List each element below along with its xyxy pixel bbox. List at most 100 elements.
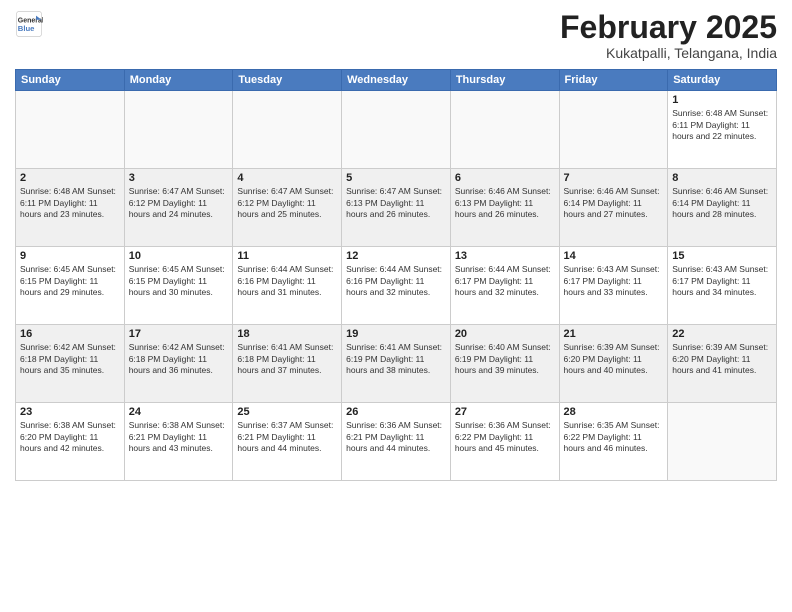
table-row: 18 Sunrise: 6:41 AM Sunset: 6:18 PM Dayli…: [233, 325, 342, 403]
header-tuesday: Tuesday: [233, 70, 342, 91]
table-row: 24 Sunrise: 6:38 AM Sunset: 6:21 PM Dayli…: [124, 403, 233, 481]
logo: General Blue: [15, 10, 43, 38]
calendar-header-row: Sunday Monday Tuesday Wednesday Thursday…: [16, 70, 777, 91]
day-number: 5: [346, 172, 446, 184]
day-number: 17: [129, 328, 229, 340]
day-number: 4: [237, 172, 337, 184]
table-row: 23 Sunrise: 6:38 AM Sunset: 6:20 PM Dayli…: [16, 403, 125, 481]
day-number: 3: [129, 172, 229, 184]
header-friday: Friday: [559, 70, 668, 91]
day-info: Sunrise: 6:36 AM Sunset: 6:21 PM Dayligh…: [346, 420, 446, 454]
day-info: Sunrise: 6:46 AM Sunset: 6:14 PM Dayligh…: [672, 186, 772, 220]
day-number: 1: [672, 94, 772, 106]
table-row: 7Sunrise: 6:46 AM Sunset: 6:14 PM Daylig…: [559, 169, 668, 247]
day-number: 24: [129, 406, 229, 418]
day-info: Sunrise: 6:47 AM Sunset: 6:13 PM Dayligh…: [346, 186, 446, 220]
calendar-week-row: 1 Sunrise: 6:48 AM Sunset: 6:11 PM Daylig…: [16, 91, 777, 169]
day-number: 28: [564, 406, 664, 418]
calendar-table: Sunday Monday Tuesday Wednesday Thursday…: [15, 69, 777, 481]
day-info: Sunrise: 6:41 AM Sunset: 6:18 PM Dayligh…: [237, 342, 337, 376]
day-number: 2: [20, 172, 120, 184]
calendar-week-row: 16 Sunrise: 6:42 AM Sunset: 6:18 PM Dayli…: [16, 325, 777, 403]
table-row: 5 Sunrise: 6:47 AM Sunset: 6:13 PM Daylig…: [342, 169, 451, 247]
logo-icon: General Blue: [15, 10, 43, 38]
header: General Blue February 2025 Kukatpalli, T…: [15, 10, 777, 61]
day-number: 18: [237, 328, 337, 340]
table-row: 1 Sunrise: 6:48 AM Sunset: 6:11 PM Daylig…: [668, 91, 777, 169]
table-row: 25 Sunrise: 6:37 AM Sunset: 6:21 PM Dayli…: [233, 403, 342, 481]
day-info: Sunrise: 6:39 AM Sunset: 6:20 PM Dayligh…: [672, 342, 772, 376]
day-info: Sunrise: 6:42 AM Sunset: 6:18 PM Dayligh…: [129, 342, 229, 376]
header-saturday: Saturday: [668, 70, 777, 91]
table-row: 17 Sunrise: 6:42 AM Sunset: 6:18 PM Dayli…: [124, 325, 233, 403]
day-number: 26: [346, 406, 446, 418]
day-number: 9: [20, 250, 120, 262]
day-number: 11: [237, 250, 337, 262]
table-row: 16 Sunrise: 6:42 AM Sunset: 6:18 PM Dayli…: [16, 325, 125, 403]
day-info: Sunrise: 6:46 AM Sunset: 6:13 PM Dayligh…: [455, 186, 555, 220]
day-info: Sunrise: 6:47 AM Sunset: 6:12 PM Dayligh…: [129, 186, 229, 220]
day-info: Sunrise: 6:48 AM Sunset: 6:11 PM Dayligh…: [20, 186, 120, 220]
table-row: 8Sunrise: 6:46 AM Sunset: 6:14 PM Daylig…: [668, 169, 777, 247]
day-info: Sunrise: 6:45 AM Sunset: 6:15 PM Dayligh…: [20, 264, 120, 298]
table-row: 2 Sunrise: 6:48 AM Sunset: 6:11 PM Daylig…: [16, 169, 125, 247]
day-number: 15: [672, 250, 772, 262]
day-number: 16: [20, 328, 120, 340]
day-info: Sunrise: 6:43 AM Sunset: 6:17 PM Dayligh…: [564, 264, 664, 298]
table-row: 10 Sunrise: 6:45 AM Sunset: 6:15 PM Dayli…: [124, 247, 233, 325]
table-row: 22 Sunrise: 6:39 AM Sunset: 6:20 PM Dayli…: [668, 325, 777, 403]
table-row: 13 Sunrise: 6:44 AM Sunset: 6:17 PM Dayli…: [450, 247, 559, 325]
table-row: 11 Sunrise: 6:44 AM Sunset: 6:16 PM Dayli…: [233, 247, 342, 325]
subtitle: Kukatpalli, Telangana, India: [560, 45, 777, 61]
header-monday: Monday: [124, 70, 233, 91]
day-info: Sunrise: 6:48 AM Sunset: 6:11 PM Dayligh…: [672, 108, 772, 142]
day-info: Sunrise: 6:43 AM Sunset: 6:17 PM Dayligh…: [672, 264, 772, 298]
title-section: February 2025 Kukatpalli, Telangana, Ind…: [560, 10, 777, 61]
table-row: 21 Sunrise: 6:39 AM Sunset: 6:20 PM Dayli…: [559, 325, 668, 403]
day-number: 6: [455, 172, 555, 184]
day-info: Sunrise: 6:38 AM Sunset: 6:21 PM Dayligh…: [129, 420, 229, 454]
calendar-week-row: 23 Sunrise: 6:38 AM Sunset: 6:20 PM Dayli…: [16, 403, 777, 481]
day-number: 10: [129, 250, 229, 262]
day-number: 20: [455, 328, 555, 340]
day-info: Sunrise: 6:44 AM Sunset: 6:16 PM Dayligh…: [237, 264, 337, 298]
day-number: 12: [346, 250, 446, 262]
table-row: 4 Sunrise: 6:47 AM Sunset: 6:12 PM Daylig…: [233, 169, 342, 247]
svg-text:Blue: Blue: [18, 24, 35, 33]
header-sunday: Sunday: [16, 70, 125, 91]
day-number: 22: [672, 328, 772, 340]
day-info: Sunrise: 6:39 AM Sunset: 6:20 PM Dayligh…: [564, 342, 664, 376]
table-row: 15 Sunrise: 6:43 AM Sunset: 6:17 PM Dayli…: [668, 247, 777, 325]
table-row: 19 Sunrise: 6:41 AM Sunset: 6:19 PM Dayli…: [342, 325, 451, 403]
day-number: 13: [455, 250, 555, 262]
table-row: 3 Sunrise: 6:47 AM Sunset: 6:12 PM Daylig…: [124, 169, 233, 247]
header-thursday: Thursday: [450, 70, 559, 91]
table-row: 6 Sunrise: 6:46 AM Sunset: 6:13 PM Daylig…: [450, 169, 559, 247]
day-number: 14: [564, 250, 664, 262]
table-row: [124, 91, 233, 169]
table-row: [16, 91, 125, 169]
table-row: [233, 91, 342, 169]
table-row: 27 Sunrise: 6:36 AM Sunset: 6:22 PM Dayli…: [450, 403, 559, 481]
day-info: Sunrise: 6:44 AM Sunset: 6:17 PM Dayligh…: [455, 264, 555, 298]
day-info: Sunrise: 6:37 AM Sunset: 6:21 PM Dayligh…: [237, 420, 337, 454]
table-row: 14 Sunrise: 6:43 AM Sunset: 6:17 PM Dayli…: [559, 247, 668, 325]
main-title: February 2025: [560, 10, 777, 45]
calendar-week-row: 9 Sunrise: 6:45 AM Sunset: 6:15 PM Daylig…: [16, 247, 777, 325]
day-number: 23: [20, 406, 120, 418]
day-info: Sunrise: 6:38 AM Sunset: 6:20 PM Dayligh…: [20, 420, 120, 454]
day-info: Sunrise: 6:42 AM Sunset: 6:18 PM Dayligh…: [20, 342, 120, 376]
day-number: 25: [237, 406, 337, 418]
day-number: 21: [564, 328, 664, 340]
day-info: Sunrise: 6:36 AM Sunset: 6:22 PM Dayligh…: [455, 420, 555, 454]
table-row: 28Sunrise: 6:35 AM Sunset: 6:22 PM Dayli…: [559, 403, 668, 481]
day-number: 19: [346, 328, 446, 340]
table-row: [342, 91, 451, 169]
day-info: Sunrise: 6:47 AM Sunset: 6:12 PM Dayligh…: [237, 186, 337, 220]
table-row: [668, 403, 777, 481]
table-row: 20Sunrise: 6:40 AM Sunset: 6:19 PM Dayli…: [450, 325, 559, 403]
day-number: 27: [455, 406, 555, 418]
table-row: 12Sunrise: 6:44 AM Sunset: 6:16 PM Dayli…: [342, 247, 451, 325]
day-info: Sunrise: 6:41 AM Sunset: 6:19 PM Dayligh…: [346, 342, 446, 376]
day-info: Sunrise: 6:45 AM Sunset: 6:15 PM Dayligh…: [129, 264, 229, 298]
